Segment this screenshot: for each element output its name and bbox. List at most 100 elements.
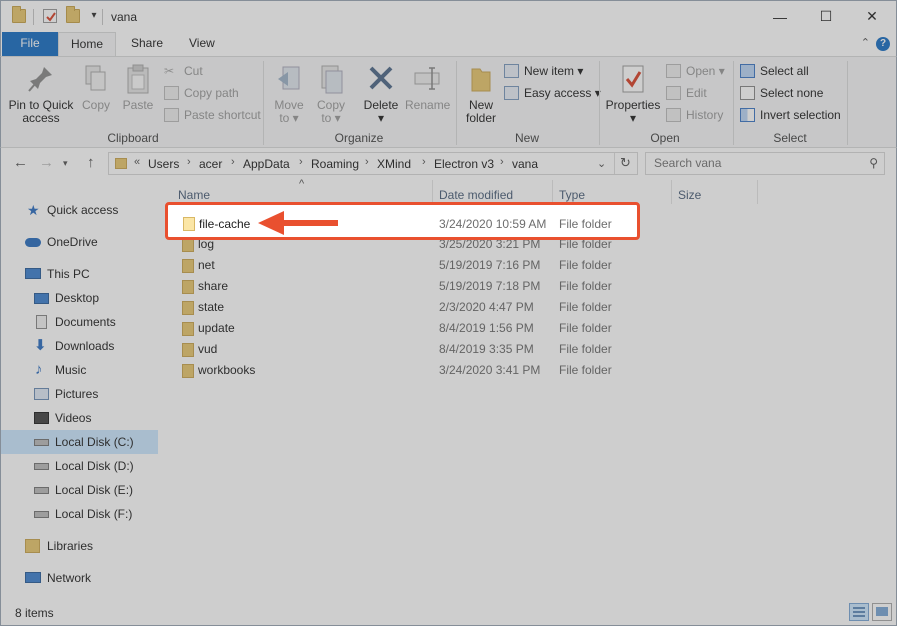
table-row[interactable]: state 2/3/2020 4:47 PM File folder <box>176 297 636 318</box>
table-row[interactable]: workbooks 3/24/2020 3:41 PM File folder <box>176 360 636 381</box>
select-none-button[interactable]: Select none <box>740 83 823 103</box>
table-row[interactable]: update 8/4/2019 1:56 PM File folder <box>176 318 636 339</box>
search-box[interactable]: ⚲ <box>645 152 885 175</box>
overflow-crumb[interactable]: « <box>134 156 140 168</box>
crumb-vana[interactable]: vana <box>512 157 538 171</box>
new-folder-button[interactable]: New folder <box>461 63 501 125</box>
easy-access-button[interactable]: Easy access ▾ <box>504 83 601 103</box>
chevron-right-icon[interactable]: › <box>422 156 426 168</box>
crumb-roaming[interactable]: Roaming <box>311 157 359 171</box>
sidebar-item-local-disk-d[interactable]: Local Disk (D:) <box>1 454 158 478</box>
crumb-appdata[interactable]: AppData <box>243 157 290 171</box>
file-type: File folder <box>559 363 612 377</box>
properties-button[interactable]: Properties ▾ <box>605 63 661 125</box>
sidebar-item-videos[interactable]: Videos <box>1 406 158 430</box>
invert-selection-button[interactable]: Invert selection <box>740 105 841 125</box>
tab-share[interactable]: Share <box>119 32 175 56</box>
crumb-users[interactable]: Users <box>148 157 179 171</box>
sidebar-item-label: Local Disk (C:) <box>55 435 134 449</box>
sidebar-item-label: Quick access <box>47 203 119 217</box>
paste-button[interactable]: Paste <box>119 63 157 112</box>
refresh-icon[interactable]: ↻ <box>620 155 631 171</box>
column-divider[interactable] <box>552 180 553 204</box>
pin-to-quick-access-button[interactable]: Pin to Quick access <box>7 63 75 125</box>
details-view-icon[interactable] <box>849 603 869 621</box>
cut-button[interactable]: ✂ Cut <box>164 61 203 81</box>
chevron-right-icon[interactable]: › <box>187 156 191 168</box>
maximize-button[interactable]: ☐ <box>803 1 849 32</box>
tab-view[interactable]: View <box>177 32 227 56</box>
new-item-button[interactable]: New item ▾ <box>504 61 583 81</box>
rename-button[interactable]: Rename <box>405 63 450 112</box>
customize-quick-access-icon[interactable]: ▾ <box>87 9 101 23</box>
recent-locations-icon[interactable]: ▾ <box>63 158 68 169</box>
chevron-right-icon[interactable]: › <box>231 156 235 168</box>
tab-file[interactable]: File <box>2 32 58 56</box>
folder-icon <box>12 6 26 23</box>
select-all-button[interactable]: Select all <box>740 61 809 81</box>
column-header-date-modified[interactable]: Date modified <box>439 188 513 202</box>
delete-button[interactable]: Delete ▾ <box>361 63 401 125</box>
sidebar-item-documents[interactable]: Documents <box>1 310 158 334</box>
sidebar-item-local-disk-c[interactable]: Local Disk (C:) <box>1 430 158 454</box>
column-divider[interactable] <box>432 180 433 204</box>
sidebar-item-music[interactable]: ♪ Music <box>1 358 158 382</box>
copy-path-button[interactable]: Copy path <box>164 83 239 103</box>
sidebar-item-pictures[interactable]: Pictures <box>1 382 158 406</box>
sidebar-item-onedrive[interactable]: OneDrive <box>1 230 158 254</box>
large-icons-view-icon[interactable] <box>872 603 892 621</box>
address-dropdown-icon[interactable]: ⌄ <box>597 157 606 170</box>
sidebar-item-downloads[interactable]: ⬇ Downloads <box>1 334 158 358</box>
navigation-pane: ★ Quick access OneDrive This PC Desktop … <box>0 180 160 600</box>
column-header-name[interactable]: Name <box>178 188 210 202</box>
highlighted-file-name[interactable]: file-cache <box>199 217 250 231</box>
back-arrow-icon[interactable]: ← <box>13 154 28 171</box>
crumb-acer[interactable]: acer <box>199 157 222 171</box>
sidebar-item-local-disk-e[interactable]: Local Disk (E:) <box>1 478 158 502</box>
collapse-ribbon-icon[interactable]: ⌃ <box>861 36 870 49</box>
column-divider[interactable] <box>757 180 758 204</box>
new-folder-quick-icon[interactable] <box>66 6 80 23</box>
move-to-button[interactable]: Move to ▾ <box>271 63 307 125</box>
copy-button[interactable]: Copy <box>79 63 113 112</box>
crumb-xmind[interactable]: XMind <box>377 157 411 171</box>
properties-quick-icon[interactable] <box>43 9 57 23</box>
file-date: 8/4/2019 3:35 PM <box>439 342 534 356</box>
edit-button[interactable]: Edit <box>666 83 707 103</box>
sidebar-item-libraries[interactable]: Libraries <box>1 534 158 558</box>
chevron-right-icon[interactable]: › <box>500 156 504 168</box>
sidebar-item-local-disk-f[interactable]: Local Disk (F:) <box>1 502 158 526</box>
search-icon[interactable]: ⚲ <box>869 156 878 170</box>
copy-to-button[interactable]: Copy to ▾ <box>313 63 349 125</box>
crumb-electron-v3[interactable]: Electron v3 <box>434 157 494 171</box>
history-button[interactable]: History <box>666 105 723 125</box>
column-header-type[interactable]: Type <box>559 188 585 202</box>
sidebar-item-desktop[interactable]: Desktop <box>1 286 158 310</box>
table-row[interactable]: share 5/19/2019 7:18 PM File folder <box>176 276 636 297</box>
sidebar-item-label: Music <box>55 363 87 377</box>
sidebar-item-network[interactable]: Network <box>1 566 158 590</box>
column-divider[interactable] <box>671 180 672 204</box>
sort-ascending-icon: ^ <box>299 178 305 190</box>
help-icon[interactable]: ? <box>876 37 890 51</box>
tab-home[interactable]: Home <box>58 32 116 56</box>
up-arrow-icon[interactable]: ↑ <box>87 154 95 171</box>
edit-icon <box>666 86 681 100</box>
divider <box>33 9 34 25</box>
column-header-size[interactable]: Size <box>678 188 701 202</box>
drive-icon <box>34 463 49 470</box>
close-button[interactable]: ✕ <box>849 1 895 32</box>
chevron-right-icon[interactable]: › <box>299 156 303 168</box>
open-button[interactable]: Open ▾ <box>666 61 725 81</box>
sidebar-item-this-pc[interactable]: This PC <box>1 262 158 286</box>
address-bar[interactable]: « Users › acer › AppData › Roaming › XMi… <box>108 152 638 175</box>
paste-shortcut-button[interactable]: Paste shortcut <box>164 105 261 125</box>
table-row[interactable]: vud 8/4/2019 3:35 PM File folder <box>176 339 636 360</box>
table-row[interactable]: net 5/19/2019 7:16 PM File folder <box>176 255 636 276</box>
forward-arrow-icon[interactable]: → <box>39 154 54 171</box>
chevron-right-icon[interactable]: › <box>365 156 369 168</box>
minimize-button[interactable]: — <box>757 1 803 32</box>
search-input[interactable] <box>654 156 854 170</box>
sidebar-item-label: Pictures <box>55 387 99 401</box>
sidebar-item-quick-access[interactable]: ★ Quick access <box>1 198 158 222</box>
